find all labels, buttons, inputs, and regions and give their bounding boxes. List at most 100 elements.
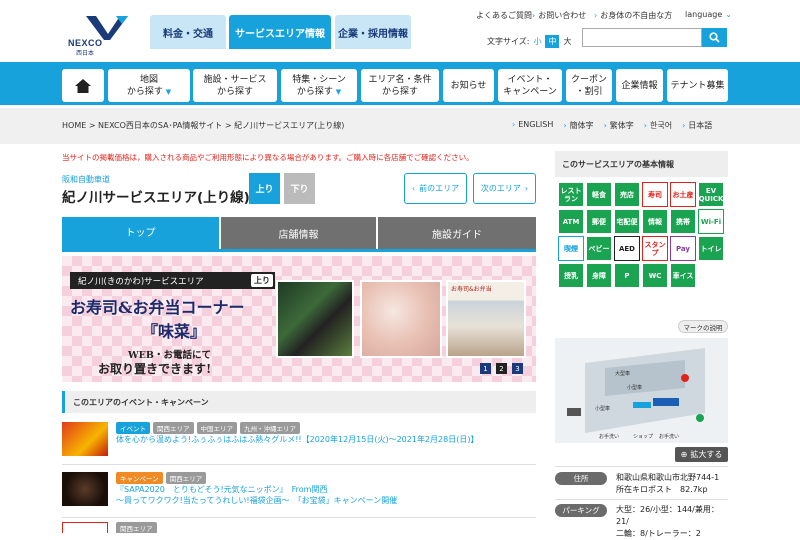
souvenir-icon[interactable]: お土産	[670, 182, 696, 207]
restroom-icon[interactable]: トイレ	[698, 236, 724, 261]
nav-facility-search[interactable]: 施設・サービス から探す	[193, 69, 277, 102]
event-tags: イベント 関西エリア 中国エリア 九州・沖縄エリア	[116, 422, 300, 434]
font-size-small[interactable]: 小	[533, 36, 541, 47]
aed-icon[interactable]: AED	[614, 236, 640, 261]
accessible-toilet-icon[interactable]: WC	[642, 263, 668, 288]
address-label: 住所	[555, 472, 607, 485]
divider	[555, 499, 728, 500]
util-accessibility[interactable]: › お身体の不自由な方	[594, 10, 672, 21]
parking-value: 大型：26/小型：144/兼用：21/二輪：8/トレーラー：2	[616, 505, 719, 538]
nexco-logo[interactable]: NEXCO 西日本	[68, 16, 132, 57]
road-name: 阪和自動車道	[62, 175, 110, 184]
search-input[interactable]	[582, 28, 702, 47]
direction-down-button[interactable]: 下り	[284, 173, 315, 204]
nav-events[interactable]: イベント・ キャンペーン	[498, 69, 562, 102]
promo-banner[interactable]: 紀ノ川(きのかわ)サービスエリア 上り お寿司&お弁当コーナー 『味菜』 WEB・…	[62, 256, 536, 382]
wheelchair-rental-icon[interactable]: 車イス	[670, 263, 696, 288]
tab-corporate-recruit[interactable]: 企業・採用情報	[335, 15, 411, 49]
logo-text: NEXCO	[68, 38, 103, 48]
banner-shop-name: 『味菜』	[142, 322, 207, 341]
restaurant-icon[interactable]: レストラン	[558, 182, 584, 207]
delivery-icon[interactable]: 宅配便	[614, 209, 640, 234]
direction-up-button[interactable]: 上り	[249, 173, 280, 204]
next-area-button[interactable]: 次のエリア ›	[473, 173, 536, 204]
page-title: 紀ノ川サービスエリア(上り線)	[62, 190, 250, 206]
nav-feature-search[interactable]: 特集・シーン から探す ▼	[281, 69, 357, 102]
slide-dot-2[interactable]: 2	[496, 363, 507, 374]
nav-map-search[interactable]: 地図 から探す ▼	[108, 69, 190, 102]
shop-icon[interactable]: 売店	[614, 182, 640, 207]
tab-fare-traffic[interactable]: 料金・交通	[150, 15, 226, 49]
util-contact[interactable]: › お問い合わせ	[532, 10, 586, 21]
information-icon[interactable]: 情報	[642, 209, 668, 234]
svg-text:小型車: 小型車	[595, 405, 610, 412]
chevron-right-icon: ›	[532, 11, 536, 20]
event-item[interactable]: イベント 関西エリア 中国エリア 九州・沖縄エリア 体を心から温めよう!ふぅふぅ…	[62, 422, 536, 458]
baby-icon[interactable]: ベビー	[586, 236, 612, 261]
accessible-parking-icon[interactable]: P	[614, 263, 640, 288]
event-link[interactable]: 体を心から温めよう!ふぅふぅはふはふ熱々グルメ!!【2020年12月15日(火)…	[116, 434, 478, 445]
sushi-icon[interactable]: 寿司	[642, 182, 668, 207]
language-dropdown[interactable]: language ⌄	[685, 10, 732, 19]
font-size-medium[interactable]: 中	[545, 35, 560, 48]
area-map[interactable]: 大型車 小型車 小型車 お手洗い ショップ お手洗い	[555, 338, 728, 443]
lang-japanese[interactable]: 日本語	[682, 120, 712, 131]
tab-facility-guide[interactable]: 施設ガイド	[378, 217, 536, 249]
event-thumbnail	[62, 522, 108, 533]
divider	[62, 517, 536, 518]
ev-charger-icon[interactable]: EV QUICK	[698, 182, 724, 207]
parking-row: パーキング 大型：26/小型：144/兼用：21/二輪：8/トレーラー：2	[555, 504, 728, 538]
slide-dot-3[interactable]: 3	[512, 363, 523, 374]
logo-mark-icon	[86, 16, 128, 40]
tab-top[interactable]: トップ	[62, 217, 219, 249]
nav-area-search[interactable]: エリア名・条件 から探す	[361, 69, 439, 102]
tab-service-area-info[interactable]: サービスエリア情報	[229, 15, 331, 49]
event-link[interactable]: 『SAPA2020 とりもどそう!元気なニッポン』 From関西 ～買ってワクワク…	[116, 484, 397, 506]
svg-text:ショップ: ショップ	[633, 434, 653, 440]
search-button[interactable]	[702, 28, 727, 47]
tab-shop-info[interactable]: 店舗情報	[221, 217, 376, 249]
atm-icon[interactable]: ATM	[558, 209, 584, 234]
nav-company[interactable]: 企業情報	[616, 69, 663, 102]
chevron-left-icon: ‹	[411, 184, 416, 193]
event-thumbnail	[62, 422, 108, 456]
post-box-icon[interactable]: 郵便	[586, 209, 612, 234]
util-faq[interactable]: よくあるご質問	[476, 10, 532, 21]
icon-legend-button[interactable]: マークの説明	[678, 320, 728, 333]
svg-text:お手洗い: お手洗い	[599, 433, 619, 440]
svg-text:お手洗い: お手洗い	[659, 433, 679, 440]
payment-icon[interactable]: Pay	[670, 236, 696, 261]
event-item[interactable]: キャンペーン 関西エリア 『SAPA2020 とりもどそう!元気なニッポン』 F…	[62, 472, 536, 512]
map-zoom-button[interactable]: ⊕ 拡大する	[675, 447, 728, 462]
lang-traditional-chinese[interactable]: 繁体字	[604, 120, 634, 131]
lang-korean[interactable]: 한국어	[644, 120, 672, 131]
smoking-icon[interactable]: 喫煙	[558, 236, 584, 261]
prev-area-button[interactable]: ‹ 前のエリア	[404, 173, 467, 204]
language-links: ENGLISH 簡体字 繁体字 한국어 日本語	[512, 120, 712, 131]
tab-underline	[62, 249, 536, 252]
stamp-icon[interactable]: スタンプ	[642, 236, 668, 261]
nav-coupon[interactable]: クーポン ・割引	[566, 69, 612, 102]
lang-english[interactable]: ENGLISH	[512, 120, 553, 131]
chevron-down-icon: ⌄	[725, 10, 732, 19]
mobile-charge-icon[interactable]: 携帯	[670, 209, 696, 234]
banner-direction-badge: 上り	[251, 274, 273, 287]
wifi-icon[interactable]: Wi-Fi	[698, 209, 724, 234]
nursing-room-icon[interactable]: 授乳	[558, 263, 584, 288]
lang-simplified-chinese[interactable]: 簡体字	[563, 120, 594, 131]
banner-tagline: お取り置きできます!	[98, 362, 212, 376]
nav-home[interactable]	[62, 69, 104, 102]
breadcrumb[interactable]: HOME > NEXCO西日本のSA･PA情報サイト > 紀ノ川サービスエリア(…	[62, 120, 344, 131]
divider	[555, 466, 728, 467]
wheelchair-icon[interactable]: 身障	[586, 263, 612, 288]
snack-icon[interactable]: 軽食	[586, 182, 612, 207]
font-size-selector: 文字サイズ: 小 中 大	[487, 35, 572, 48]
banner-subline: WEB・お電話にて	[128, 350, 211, 361]
font-size-large[interactable]: 大	[563, 36, 571, 47]
slide-dot-1[interactable]: 1	[480, 363, 491, 374]
event-item[interactable]: 関西エリア	[62, 522, 536, 533]
nav-news[interactable]: お知らせ	[443, 69, 494, 102]
facility-icons: レストラン 軽食 売店 寿司 お土産 EV QUICK ATM 郵便 宅配便 情…	[558, 182, 728, 288]
sushi-photo	[360, 280, 442, 358]
nav-tenant[interactable]: テナント募集	[667, 69, 728, 102]
